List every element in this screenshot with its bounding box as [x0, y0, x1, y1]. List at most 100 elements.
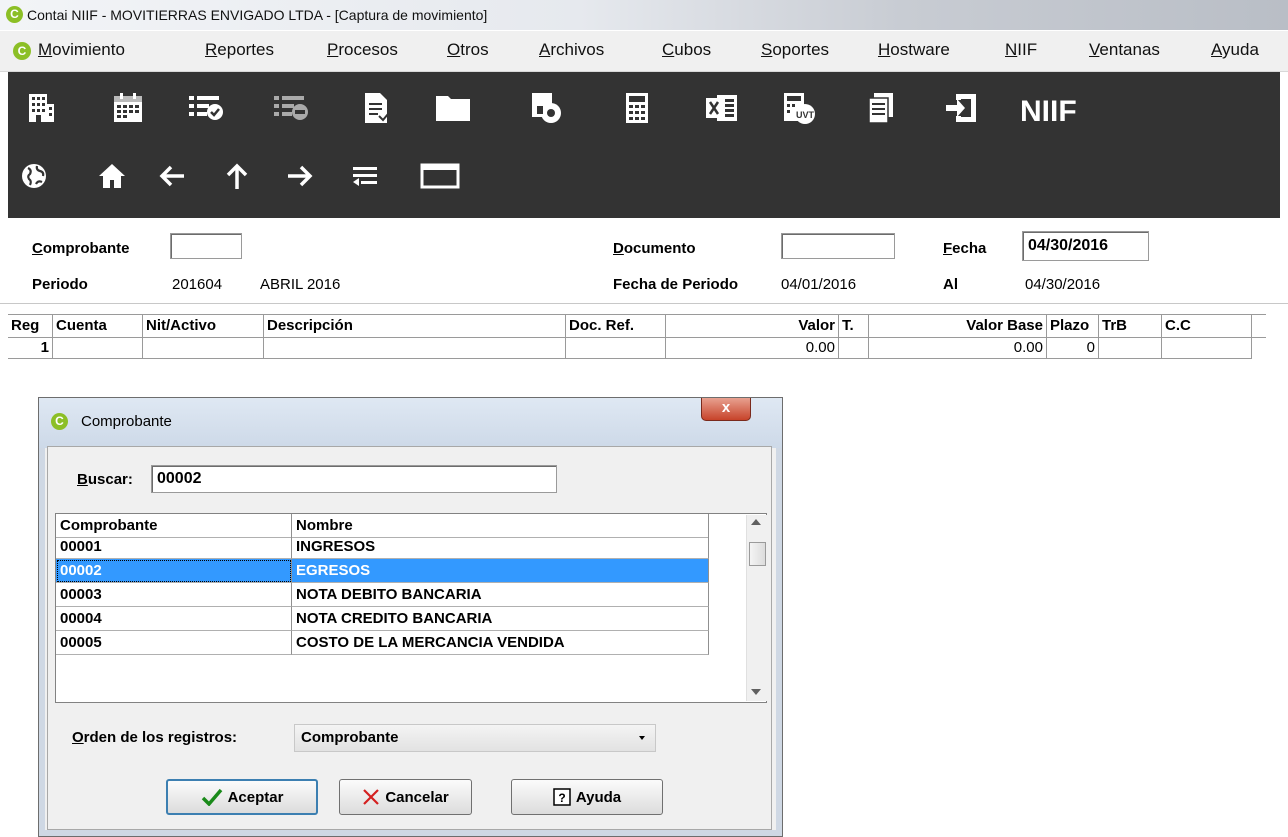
- fecha-periodo-value: 04/01/2016: [781, 276, 857, 293]
- col-valor[interactable]: Valor: [666, 315, 839, 337]
- comprobante-label: Comprobante: [32, 240, 130, 257]
- close-button[interactable]: x: [701, 398, 751, 421]
- company-icon[interactable]: [20, 92, 62, 132]
- arrow-left-icon[interactable]: [151, 162, 193, 202]
- col-reg[interactable]: Reg: [8, 315, 53, 337]
- cell-plazo[interactable]: 0: [1047, 337, 1099, 359]
- transfer-icon[interactable]: [344, 162, 386, 202]
- globe-icon[interactable]: [13, 162, 55, 202]
- checklist-icon[interactable]: [185, 92, 227, 132]
- col-cuenta[interactable]: Cuenta: [53, 315, 143, 337]
- niif-checklist-icon[interactable]: [270, 92, 312, 132]
- niif-toolbar-label[interactable]: NIIF: [1020, 94, 1077, 130]
- cancel-label: Cancelar: [385, 788, 449, 806]
- accept-button[interactable]: Aceptar: [166, 779, 318, 815]
- menu-archivos[interactable]: Archivos: [539, 40, 604, 60]
- cell-reg: 1: [8, 337, 53, 359]
- fecha-periodo-label: Fecha de Periodo: [613, 276, 739, 293]
- menu-hostware[interactable]: Hostware: [878, 40, 950, 60]
- cell-nit-activo[interactable]: [143, 337, 264, 359]
- excel-icon[interactable]: [701, 92, 743, 132]
- list-item[interactable]: 00004 NOTA CREDITO BANCARIA: [56, 607, 709, 631]
- col-trb[interactable]: TrB: [1099, 315, 1162, 337]
- cell-t[interactable]: [839, 337, 869, 359]
- cell-descripcion[interactable]: [264, 337, 566, 359]
- list-item-selected[interactable]: 00002 EGRESOS: [56, 559, 709, 583]
- col-nit-activo[interactable]: Nit/Activo: [143, 315, 264, 337]
- cell-cc[interactable]: [1162, 337, 1252, 359]
- menu-soportes[interactable]: Soportes: [761, 40, 829, 60]
- list-scrollbar[interactable]: [746, 515, 767, 701]
- list-item-code: 00004: [56, 607, 292, 631]
- document-icon[interactable]: [355, 92, 397, 132]
- window-title: Contai NIIF - MOVITIERRAS ENVIGADO LTDA …: [27, 7, 488, 23]
- menu-bar: C Movimiento Reportes Procesos Otros Arc…: [0, 31, 1288, 72]
- menu-ayuda[interactable]: Ayuda: [1211, 40, 1259, 60]
- table-row[interactable]: 1 0.00 0.00 0: [8, 337, 1266, 359]
- list-item[interactable]: 00001 INGRESOS: [56, 535, 709, 559]
- cell-doc-ref[interactable]: [566, 337, 666, 359]
- cell-valor-base[interactable]: 0.00: [869, 337, 1047, 359]
- help-button[interactable]: ? Ayuda: [511, 779, 663, 815]
- list-item-name: INGRESOS: [292, 535, 709, 559]
- col-doc-ref[interactable]: Doc. Ref.: [566, 315, 666, 337]
- arrow-up-icon[interactable]: [216, 162, 258, 202]
- menu-niif[interactable]: NIIF: [1005, 40, 1037, 60]
- order-select[interactable]: Comprobante: [294, 724, 656, 752]
- help-icon: ?: [553, 788, 571, 806]
- menu-app-icon[interactable]: C: [13, 42, 31, 60]
- documento-input[interactable]: [781, 233, 895, 259]
- col-t[interactable]: T.: [839, 315, 869, 337]
- documento-label: Documento: [613, 240, 696, 257]
- window-icon[interactable]: [414, 162, 466, 202]
- home-icon[interactable]: [91, 162, 133, 202]
- svg-text:UVT: UVT: [796, 110, 815, 120]
- folder-icon[interactable]: [432, 92, 474, 132]
- cell-cuenta[interactable]: [53, 337, 143, 359]
- menu-reportes[interactable]: Reportes: [205, 40, 274, 60]
- col-plazo[interactable]: Plazo: [1047, 315, 1099, 337]
- document-settings-icon[interactable]: [525, 92, 567, 132]
- menu-ventanas[interactable]: Ventanas: [1089, 40, 1160, 60]
- al-value: 04/30/2016: [1025, 276, 1101, 293]
- dialog-title-bar: C Comprobante: [39, 398, 782, 448]
- list-item-code: 00005: [56, 631, 292, 655]
- fecha-label: Fecha: [943, 240, 987, 257]
- cancel-x-icon: [363, 789, 380, 805]
- calendar-icon[interactable]: [107, 92, 149, 132]
- search-input[interactable]: 00002: [151, 465, 557, 493]
- list-item-name: NOTA CREDITO BANCARIA: [292, 607, 709, 631]
- uvt-calculator-icon[interactable]: UVT: [778, 92, 820, 132]
- cell-valor[interactable]: 0.00: [666, 337, 839, 359]
- menu-otros[interactable]: Otros: [447, 40, 489, 60]
- dialog-title: Comprobante: [81, 413, 172, 430]
- list-item-name: EGRESOS: [292, 559, 709, 583]
- fecha-input[interactable]: 04/30/2016: [1022, 231, 1149, 261]
- check-icon: [201, 788, 222, 806]
- list-item-code: 00003: [56, 583, 292, 607]
- list-item-code: 00001: [56, 535, 292, 559]
- al-label: Al: [943, 276, 958, 293]
- cancel-button[interactable]: Cancelar: [339, 779, 472, 815]
- scroll-thumb[interactable]: [749, 542, 766, 566]
- scroll-down-icon[interactable]: [751, 689, 761, 695]
- list-item[interactable]: 00003 NOTA DEBITO BANCARIA: [56, 583, 709, 607]
- menu-procesos[interactable]: Procesos: [327, 40, 398, 60]
- cell-trb[interactable]: [1099, 337, 1162, 359]
- toolbar: UVT NIIF: [8, 72, 1280, 218]
- list-item[interactable]: 00005 COSTO DE LA MERCANCIA VENDIDA: [56, 631, 709, 655]
- comprobante-input[interactable]: [170, 233, 242, 259]
- list-item-code: 00002: [56, 559, 292, 583]
- documents-icon[interactable]: [860, 92, 902, 132]
- col-cc[interactable]: C.C: [1162, 315, 1252, 337]
- title-bar: C Contai NIIF - MOVITIERRAS ENVIGADO LTD…: [0, 0, 1288, 30]
- exit-icon[interactable]: [940, 92, 982, 132]
- periodo-name: ABRIL 2016: [260, 276, 341, 293]
- menu-movimiento[interactable]: Movimiento: [38, 40, 125, 60]
- col-valor-base[interactable]: Valor Base: [869, 315, 1047, 337]
- scroll-up-icon[interactable]: [751, 519, 761, 525]
- calculator-icon[interactable]: [616, 92, 658, 132]
- col-descripcion[interactable]: Descripción: [264, 315, 566, 337]
- arrow-right-icon[interactable]: [279, 162, 321, 202]
- menu-cubos[interactable]: Cubos: [662, 40, 711, 60]
